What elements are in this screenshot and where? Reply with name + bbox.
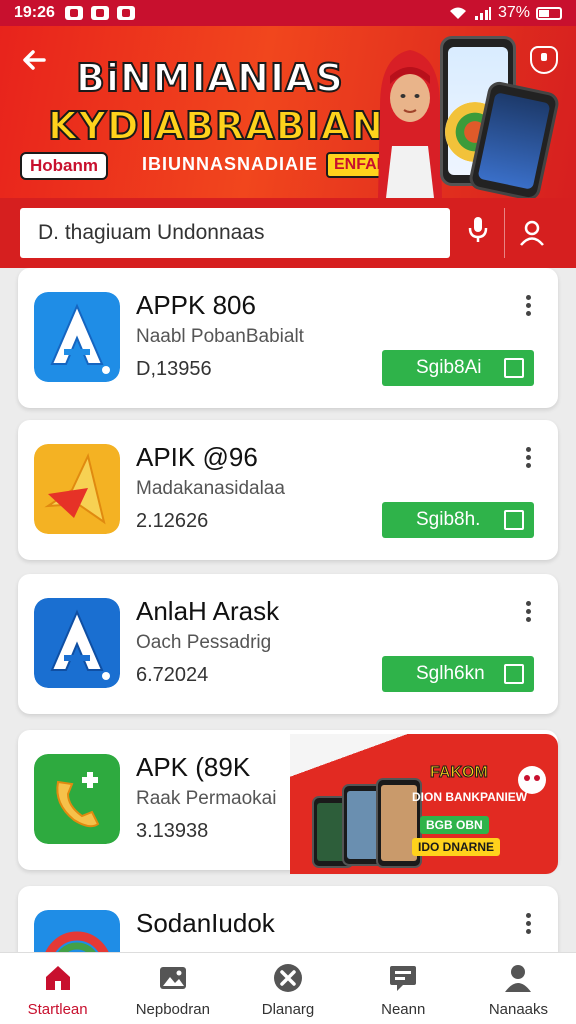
microphone-icon: [468, 217, 488, 242]
download-button-label: Sglh6kn: [416, 663, 485, 684]
search-box[interactable]: [20, 208, 450, 258]
app-developer: Oach Pessadrig: [136, 632, 272, 653]
download-button[interactable]: Sglh6kn: [382, 656, 534, 692]
banner-title-line1: BiNMIANIAS: [75, 55, 344, 101]
image-icon: [156, 961, 190, 995]
download-icon: [504, 358, 524, 378]
notification-icon: [64, 6, 83, 20]
presenter-image: [378, 50, 442, 198]
app-name: SodanIudok: [136, 908, 275, 938]
banner-subtitle: IBIUNNASNADIAIE: [142, 154, 319, 174]
profile-button[interactable]: [512, 214, 552, 254]
banner-tag-left: Hobanm: [20, 152, 108, 180]
app-download-count: 3.13938: [136, 820, 209, 842]
download-button-label: Sgib8h.: [416, 509, 481, 530]
notification-icon: [116, 6, 135, 20]
nav-item-home[interactable]: Startlean: [0, 953, 115, 1024]
app-logo-phone-icon: [34, 754, 120, 844]
shield-button[interactable]: [530, 46, 558, 74]
status-time: 19:26: [14, 4, 55, 21]
more-options-button[interactable]: [520, 598, 536, 628]
promo-ad[interactable]: FAKOM DION BANKPANIEW BGB OBN IDO DNARNE: [290, 734, 558, 874]
nav-label: Startlean: [27, 1001, 88, 1018]
app-name: AnlaH Arask: [136, 596, 280, 626]
close-circle-icon: [271, 961, 305, 995]
signal-icon: [474, 7, 491, 20]
app-download-count: 2.12626: [136, 510, 209, 532]
person-icon: [501, 961, 535, 995]
banner-title-line2: KYDIABRABIAN: [47, 103, 385, 149]
app-logo-ring-icon: [34, 910, 120, 952]
home-icon: [41, 961, 75, 995]
promo-text: DION BANKPANIEW: [412, 790, 528, 804]
app-developer: Naabl PobanBabialt: [136, 326, 304, 347]
battery-percent: 37%: [497, 4, 530, 21]
promo-title: FAKOM: [430, 764, 489, 782]
promo-label: IDO DNARNE: [412, 838, 501, 856]
nav-item-center[interactable]: Dlanarg: [230, 953, 345, 1024]
app-download-count: 6.72024: [136, 664, 209, 686]
nav-label: Nanaaks: [488, 1001, 549, 1018]
app-developer: Madakanasidalaa: [136, 478, 285, 499]
download-button-label: Sgib8Ai: [416, 357, 482, 378]
more-options-button[interactable]: [520, 910, 536, 940]
battery-icon: [536, 6, 562, 20]
nav-item-profile[interactable]: Nanaaks: [461, 953, 576, 1024]
app-card[interactable]: AnlaH Arask Oach Pessadrig 6.72024 Sglh6…: [18, 574, 558, 714]
app-name: APPK 806: [136, 290, 256, 320]
nav-item-gallery[interactable]: Nepbodran: [115, 953, 230, 1024]
mascot-icon: [518, 766, 546, 794]
app-logo-a-icon: [34, 598, 120, 688]
app-logo-star-icon: [34, 444, 120, 534]
message-icon: [386, 961, 420, 995]
app-logo-a-icon: [34, 292, 120, 382]
download-button[interactable]: Sgib8Ai: [382, 350, 534, 386]
voice-search-button[interactable]: [458, 214, 498, 254]
promo-banner[interactable]: BiNMIANIAS KYDIABRABIAN Hobanm IBIUNNASN…: [0, 26, 576, 198]
more-options-button[interactable]: [520, 292, 536, 322]
app-name: APIK @96: [136, 442, 258, 472]
back-arrow-icon: [23, 50, 46, 70]
app-list[interactable]: APPK 806 Naabl PobanBabialt D,13956 Sgib…: [0, 268, 576, 952]
app-developer: Raak Permaokai: [136, 788, 277, 809]
shield-icon: [541, 53, 547, 61]
promo-label: BGB OBN: [420, 816, 489, 834]
app-card[interactable]: APPK 806 Naabl PobanBabialt D,13956 Sgib…: [18, 268, 558, 408]
nav-item-messages[interactable]: Neann: [346, 953, 461, 1024]
download-icon: [504, 664, 524, 684]
back-button[interactable]: [18, 44, 54, 80]
divider: [504, 208, 505, 258]
search-input[interactable]: [38, 221, 432, 245]
app-card[interactable]: APIK @96 Madakanasidalaa 2.12626 Sgib8h.: [18, 420, 558, 560]
nav-label: Neann: [381, 1001, 426, 1018]
download-icon: [504, 510, 524, 530]
download-button[interactable]: Sgib8h.: [382, 502, 534, 538]
notification-icon: [90, 6, 109, 20]
app-card[interactable]: APK (89K Raak Permaokai 3.13938 FAKOM DI…: [18, 730, 558, 874]
more-options-button[interactable]: [520, 444, 536, 474]
status-bar: 19:26 37%: [0, 0, 576, 26]
nav-label: Dlanarg: [261, 1001, 315, 1018]
nav-label: Nepbodran: [135, 1001, 210, 1018]
person-icon: [520, 220, 544, 246]
app-card[interactable]: SodanIudok: [18, 886, 558, 952]
wifi-icon: [449, 7, 466, 19]
app-download-count: D,13956: [136, 358, 212, 380]
search-bar: [0, 198, 576, 268]
bottom-navigation: Startlean Nepbodran Dlanarg Neann Nanaak…: [0, 952, 576, 1024]
app-name: APK (89K: [136, 752, 251, 782]
